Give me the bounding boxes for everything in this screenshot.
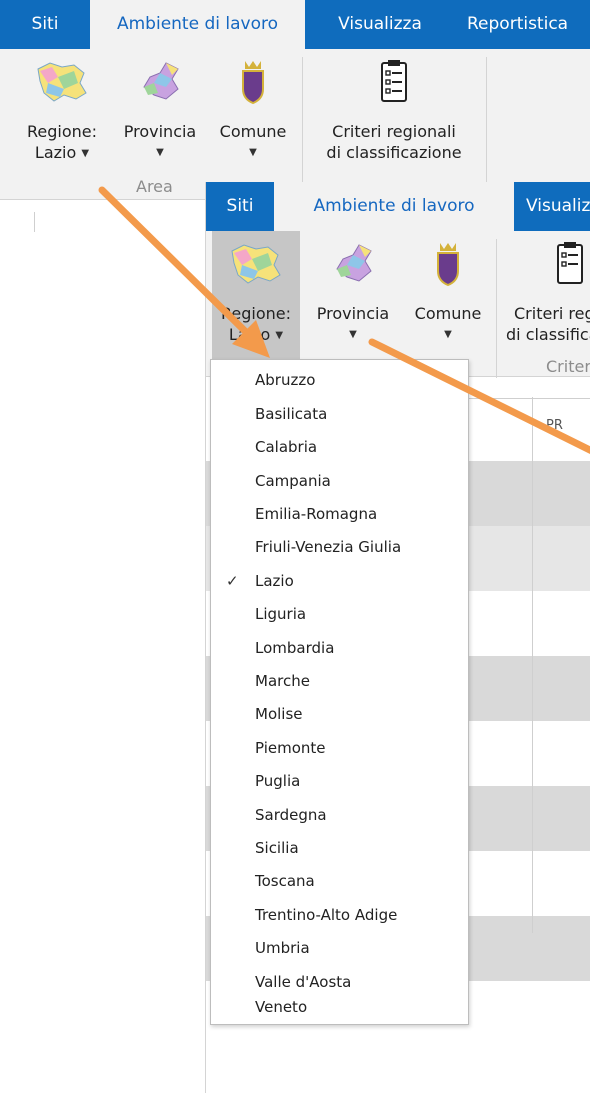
regione-dropdown: Abruzzo Basilicata Calabria Campania Emi… — [210, 359, 469, 1025]
tab-ambiente-di-lavoro[interactable]: Ambiente di lavoro — [274, 182, 514, 231]
tab-visualizza[interactable]: Visualizza — [526, 182, 590, 231]
coat-of-arms-icon — [242, 61, 264, 105]
province-map-icon — [336, 244, 372, 282]
column-header[interactable]: PR — [546, 418, 563, 433]
provincia-button[interactable]: Provincia ▼ — [304, 231, 402, 361]
region-map-icon — [37, 62, 87, 102]
chevron-down-icon: ▼ — [249, 147, 257, 158]
province-map-icon — [143, 62, 179, 100]
provincia-label: Provincia — [316, 304, 390, 323]
regione-button[interactable]: Regione: Lazio ▼ — [212, 231, 300, 361]
chevron-down-icon: ▼ — [156, 147, 164, 158]
comune-label: Comune — [414, 304, 482, 323]
tab-siti[interactable]: Siti — [206, 182, 274, 231]
dropdown-item[interactable]: Emilia-Romagna — [211, 497, 468, 531]
dropdown-item[interactable]: Liguria — [211, 597, 468, 631]
tab-bar: Siti Ambiente di lavoro Visualizza — [206, 182, 590, 231]
criteri-button[interactable]: Criteri regionali di classificazione — [306, 49, 482, 179]
regione-button[interactable]: Regione: Lazio ▼ — [12, 49, 112, 179]
provincia-button[interactable]: Provincia ▼ — [115, 49, 205, 179]
group-separator — [486, 57, 487, 197]
group-separator — [496, 239, 497, 379]
dropdown-item[interactable]: Veneto — [211, 990, 468, 1024]
dropdown-item[interactable]: Calabria — [211, 430, 468, 464]
criteri-label-1: Criteri regionali — [332, 122, 456, 141]
dropdown-item[interactable]: Piemonte — [211, 731, 468, 765]
regione-value: Lazio — [34, 143, 77, 162]
dropdown-item[interactable]: Friuli-Venezia Giulia — [211, 530, 468, 564]
dropdown-item[interactable]: Campania — [211, 464, 468, 498]
chevron-down-icon: ▼ — [81, 148, 90, 159]
dropdown-item[interactable]: Basilicata — [211, 397, 468, 431]
regione-value-line: Lazio ▼ — [212, 324, 300, 346]
chevron-down-icon: ▼ — [275, 330, 284, 341]
criteri-label-2: di classificazione — [326, 143, 462, 162]
tab-reportistica[interactable]: Reportistica — [467, 0, 590, 49]
ribbon-screenshot-front: Siti Ambiente di lavoro Visualizza Regio… — [205, 182, 590, 1093]
dropdown-item[interactable]: Sardegna — [211, 798, 468, 832]
dropdown-item[interactable]: Marche — [211, 664, 468, 698]
chevron-down-icon: ▼ — [349, 329, 357, 340]
dropdown-item[interactable]: Puglia — [211, 764, 468, 798]
regione-value: Lazio — [228, 325, 271, 344]
column-divider — [532, 397, 533, 933]
dropdown-item[interactable]: Abruzzo — [211, 363, 468, 397]
criteri-label-1: Criteri regionali — [514, 304, 590, 323]
tab-visualizza[interactable]: Visualizza — [305, 0, 455, 49]
tab-siti[interactable]: Siti — [0, 0, 90, 49]
dropdown-item[interactable]: Umbria — [211, 931, 468, 965]
dropdown-item[interactable]: Toscana — [211, 864, 468, 898]
ribbon: Regione: Lazio ▼ Provincia ▼ Comune ▼ Cr… — [0, 49, 590, 200]
comune-button[interactable]: Comune ▼ — [208, 49, 298, 179]
criteri-button[interactable]: Criteri regionali di classificazione — [502, 231, 590, 361]
tab-ambiente-di-lavoro[interactable]: Ambiente di lavoro — [90, 0, 305, 49]
clipboard-checklist-icon — [557, 242, 583, 284]
regione-label: Regione: — [220, 304, 291, 323]
group-separator — [302, 57, 303, 197]
column-divider — [34, 212, 35, 232]
comune-label: Comune — [219, 122, 287, 141]
dropdown-item[interactable]: Sicilia — [211, 831, 468, 865]
group-label-criteri: Criteri — [546, 357, 590, 376]
dropdown-item[interactable]: Trentino-Alto Adige — [211, 898, 468, 932]
dropdown-item-selected[interactable]: ✓ Lazio — [211, 564, 468, 598]
tab-bar: Siti Ambiente di lavoro Visualizza Repor… — [0, 0, 590, 49]
clipboard-checklist-icon — [381, 60, 407, 102]
regione-label: Regione: — [26, 122, 97, 141]
provincia-label: Provincia — [123, 122, 197, 141]
ribbon: Regione: Lazio ▼ Provincia ▼ Comune ▼ Cr… — [206, 231, 590, 379]
header-divider — [461, 398, 590, 399]
dropdown-item[interactable]: Molise — [211, 697, 468, 731]
chevron-down-icon: ▼ — [444, 329, 452, 340]
dropdown-item-label: Lazio — [255, 572, 294, 590]
checkmark-icon: ✓ — [226, 572, 239, 590]
regione-value-line: Lazio ▼ — [12, 142, 112, 164]
dropdown-item[interactable]: Lombardia — [211, 631, 468, 665]
region-map-icon — [231, 244, 281, 284]
coat-of-arms-icon — [437, 243, 459, 287]
group-label-area: Area — [136, 177, 173, 196]
comune-button[interactable]: Comune ▼ — [404, 231, 492, 361]
criteri-label-2: di classificazione — [506, 325, 590, 344]
